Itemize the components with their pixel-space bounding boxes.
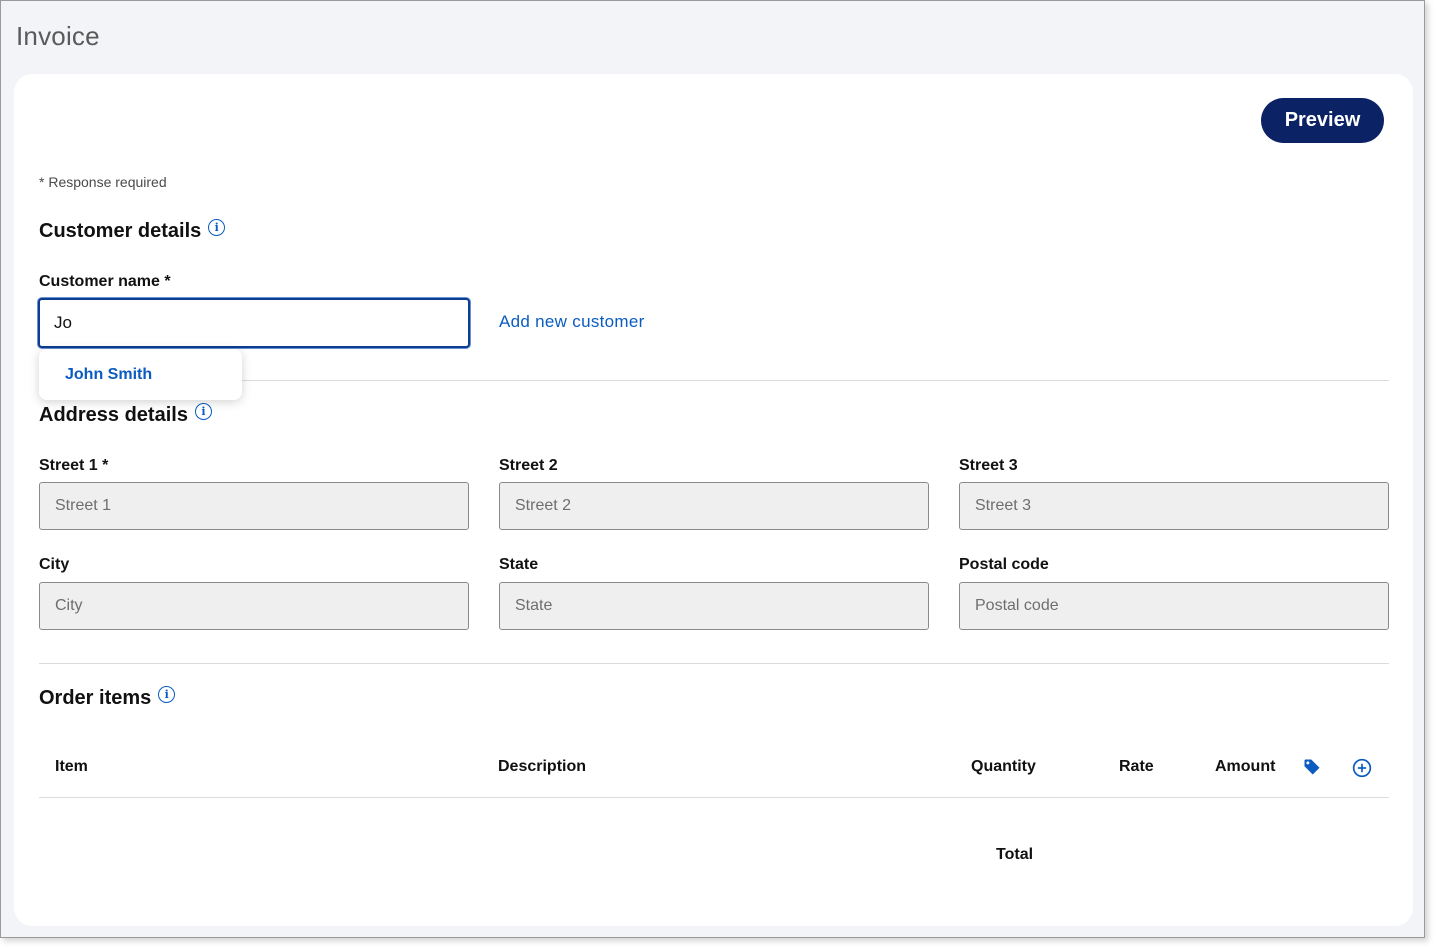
street3-label: Street 3: [959, 457, 1018, 474]
info-icon[interactable]: i: [158, 686, 176, 703]
address-details-heading: Address details i: [39, 403, 212, 427]
app-window: Invoice Preview * Response required Cust…: [0, 0, 1425, 938]
column-header-item: Item: [55, 758, 88, 775]
column-header-description: Description: [498, 758, 587, 775]
column-header-rate: Rate: [1119, 758, 1154, 775]
preview-button[interactable]: Preview: [1261, 98, 1384, 143]
street1-input[interactable]: [39, 482, 469, 530]
customer-details-heading: Customer details i: [39, 219, 226, 243]
customer-name-input[interactable]: [38, 298, 470, 348]
suggestion-item-john-smith[interactable]: John Smith: [65, 366, 152, 384]
tag-icon-svg: [1304, 759, 1320, 775]
required-note: * Response required: [39, 174, 167, 190]
invoice-form-card: Preview * Response required Customer det…: [14, 74, 1413, 926]
info-icon[interactable]: i: [208, 219, 226, 236]
street1-label: Street 1 *: [39, 457, 109, 474]
address-details-title: Address details: [39, 404, 188, 426]
info-icon[interactable]: i: [194, 403, 212, 420]
order-items-heading: Order items i: [39, 686, 176, 710]
customer-suggestion-dropdown: John Smith: [39, 349, 242, 400]
column-header-quantity: Quantity: [971, 758, 1036, 775]
postal-code-label: Postal code: [959, 556, 1049, 573]
table-header-divider: [39, 797, 1389, 798]
section-divider: [39, 663, 1389, 664]
column-header-amount: Amount: [1215, 758, 1276, 775]
add-new-customer-link[interactable]: Add new customer: [499, 312, 645, 332]
tag-icon[interactable]: [1303, 758, 1323, 778]
page-title: Invoice: [16, 21, 100, 51]
customer-name-label: Customer name *: [39, 273, 171, 290]
street3-input[interactable]: [959, 482, 1389, 530]
order-items-title: Order items: [39, 687, 152, 709]
street2-label: Street 2: [499, 457, 558, 474]
add-circle-icon-svg: [1352, 758, 1372, 778]
add-circle-icon[interactable]: [1352, 758, 1372, 778]
total-label: Total: [996, 846, 1034, 863]
street2-input[interactable]: [499, 482, 929, 530]
customer-details-title: Customer details: [39, 220, 202, 242]
postal-code-input[interactable]: [959, 582, 1389, 630]
state-label: State: [499, 556, 539, 573]
state-input[interactable]: [499, 582, 929, 630]
city-input[interactable]: [39, 582, 469, 630]
city-label: City: [39, 556, 70, 573]
